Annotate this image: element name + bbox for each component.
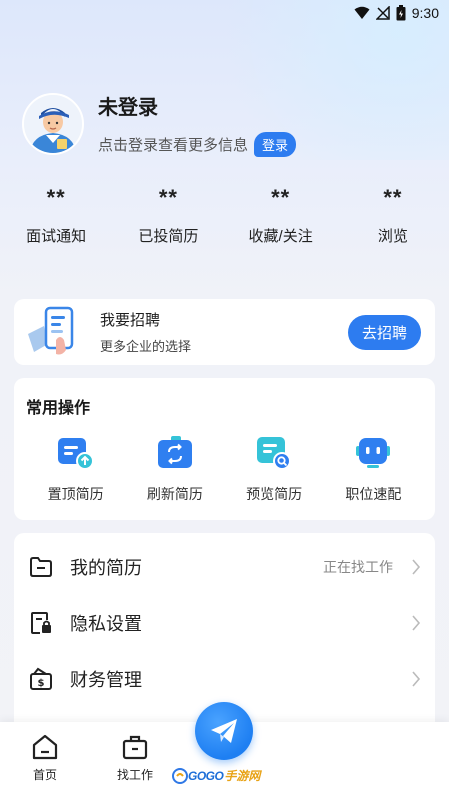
recruit-title: 我要招聘 xyxy=(100,312,161,329)
op-label: 刷新简历 xyxy=(146,486,203,502)
stat-label: 浏览 xyxy=(377,228,408,245)
op-label: 职位速配 xyxy=(345,486,402,502)
wifi-icon xyxy=(354,6,370,19)
status-time: 9:30 xyxy=(411,5,439,21)
watermark-accent: 手游网 xyxy=(224,769,261,783)
stat-interview-notices[interactable]: ** 面试通知 xyxy=(0,185,112,255)
no-signal-icon xyxy=(375,6,390,20)
op-job-match[interactable]: 职位速配 xyxy=(324,434,423,504)
svg-text:$: $ xyxy=(38,678,45,689)
briefcase-icon xyxy=(122,735,148,760)
chevron-right-icon xyxy=(412,671,421,687)
stat-applied-resumes[interactable]: ** 已投简历 xyxy=(112,185,224,255)
watermark-text: GOGO xyxy=(188,768,224,783)
home-icon xyxy=(32,734,58,760)
op-label: 预览简历 xyxy=(246,486,303,502)
chevron-right-icon xyxy=(412,615,421,631)
paper-plane-icon xyxy=(211,719,237,743)
op-label: 置顶简历 xyxy=(47,486,104,502)
avatar[interactable] xyxy=(22,93,84,155)
op-pin-resume[interactable]: 置顶简历 xyxy=(26,434,125,504)
job-seeking-status: 正在找工作 xyxy=(323,559,393,575)
login-button[interactable]: 登录 xyxy=(254,132,297,157)
recruit-banner[interactable]: 我要招聘 更多企业的选择 去招聘 xyxy=(14,299,435,365)
status-bar: 9:30 xyxy=(0,0,449,26)
stat-value: ** xyxy=(383,185,403,210)
battery-icon xyxy=(396,5,406,21)
menu-label: 财务管理 xyxy=(70,670,142,690)
stat-label: 已投简历 xyxy=(138,228,199,245)
stat-value: ** xyxy=(271,185,291,210)
profile-header[interactable]: 未登录 点击登录查看更多信息 登录 xyxy=(22,92,427,157)
menu-item-finance[interactable]: $ 财务管理 xyxy=(28,651,421,707)
refresh-resume-icon xyxy=(157,436,192,468)
pin-resume-icon xyxy=(57,438,94,470)
stat-views[interactable]: ** 浏览 xyxy=(337,185,449,255)
stats-row: ** 面试通知 ** 已投简历 ** 收藏/关注 ** 浏览 xyxy=(0,185,449,255)
menu-label: 隐私设置 xyxy=(70,614,142,634)
menu-item-my-resume[interactable]: 我的简历 正在找工作 xyxy=(28,539,421,595)
stat-favorites[interactable]: ** 收藏/关注 xyxy=(225,185,337,255)
send-message-fab[interactable] xyxy=(195,702,253,760)
common-operations-card: 常用操作 置顶简历 刷新简历 预览简历 职位速配 xyxy=(14,378,435,520)
stat-label: 面试通知 xyxy=(26,228,87,245)
go-recruit-button[interactable]: 去招聘 xyxy=(347,314,421,350)
menu-label: 我的简历 xyxy=(70,558,142,578)
stat-label: 收藏/关注 xyxy=(248,228,313,245)
op-preview-resume[interactable]: 预览简历 xyxy=(225,434,324,504)
nav-label: 首页 xyxy=(32,768,57,782)
stat-value: ** xyxy=(158,185,178,210)
watermark-globe-icon xyxy=(172,767,188,784)
robot-match-icon xyxy=(356,438,391,468)
section-title: 常用操作 xyxy=(26,400,91,417)
user-name: 未登录 xyxy=(98,97,158,119)
watermark-logo: GOGO 手游网 xyxy=(172,767,260,784)
recruit-subtitle: 更多企业的选择 xyxy=(100,339,192,354)
recruit-illustration-icon xyxy=(26,304,86,360)
privacy-lock-icon xyxy=(31,612,51,634)
nav-find-jobs[interactable]: 找工作 xyxy=(105,732,165,783)
op-refresh-resume[interactable]: 刷新简历 xyxy=(125,434,224,504)
login-hint[interactable]: 点击登录查看更多信息 xyxy=(98,134,248,155)
preview-resume-icon xyxy=(257,437,292,470)
menu-item-privacy-settings[interactable]: 隐私设置 xyxy=(28,595,421,651)
folder-icon xyxy=(30,557,52,577)
nav-label: 找工作 xyxy=(116,768,153,782)
chevron-right-icon xyxy=(412,559,421,575)
stat-value: ** xyxy=(46,185,66,210)
wallet-icon: $ xyxy=(30,667,52,690)
nav-home[interactable]: 首页 xyxy=(15,732,75,783)
